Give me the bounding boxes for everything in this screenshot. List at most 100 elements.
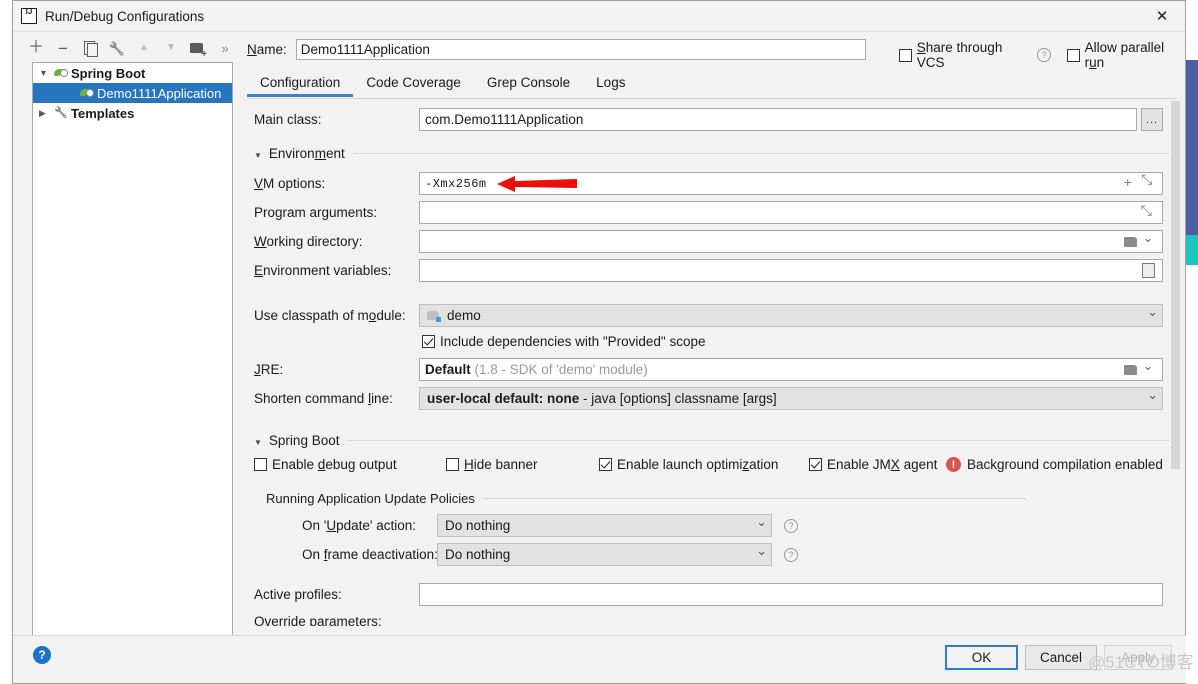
plus-icon[interactable] (1119, 176, 1137, 192)
configuration-tabs: Configuration Code Coverage Grep Console… (247, 71, 1177, 99)
override-parameters-row: Override parameters: (254, 614, 382, 626)
twisty-icon[interactable]: ▼ (39, 68, 54, 78)
chevron-down-icon[interactable] (254, 146, 269, 161)
add-configuration-button[interactable] (27, 39, 45, 57)
tab-logs[interactable]: Logs (583, 71, 638, 96)
checkbox-box[interactable] (446, 458, 459, 471)
name-input[interactable] (295, 39, 866, 60)
configurations-tree[interactable]: ▼ Spring Boot Demo1111Application ▶ Temp… (32, 62, 233, 636)
tab-code-coverage[interactable]: Code Coverage (353, 71, 474, 96)
enable-debug-output-checkbox[interactable]: Enable debug output (254, 457, 397, 472)
form-scrollbar[interactable] (1169, 101, 1182, 626)
jre-value-hint: (1.8 - SDK of 'demo' module) (474, 362, 648, 377)
checkbox-box[interactable] (809, 458, 822, 471)
program-arguments-row: Program arguments: (254, 201, 1163, 224)
scrollbar-thumb[interactable] (1171, 101, 1180, 469)
move-up-button[interactable] (135, 39, 153, 57)
remove-configuration-button[interactable] (54, 39, 72, 57)
chevron-down-icon[interactable] (756, 518, 767, 534)
on-update-action-combo[interactable]: Do nothing (437, 514, 772, 537)
bg-blue-block (1186, 60, 1198, 235)
ok-button[interactable]: OK (945, 645, 1018, 670)
shorten-command-line-hint: - java [options] classname [args] (583, 391, 777, 406)
on-update-action-help-icon[interactable]: ? (784, 518, 798, 533)
chevron-down-icon[interactable] (1139, 362, 1157, 378)
main-class-input[interactable]: com.Demo1111Application (419, 108, 1137, 131)
checkbox-box[interactable] (899, 48, 912, 62)
tree-node-demo1111application[interactable]: Demo1111Application (33, 83, 232, 103)
allow-parallel-run-checkbox[interactable]: Allow parallel run (1066, 40, 1185, 70)
hide-banner-checkbox[interactable]: Hide banner (446, 457, 538, 472)
folder-icon[interactable] (1121, 237, 1139, 247)
use-classpath-combo[interactable]: demo (419, 304, 1163, 327)
environment-section-header[interactable]: Environment (254, 146, 1174, 161)
chevron-down-icon[interactable] (1147, 308, 1158, 324)
share-vcs-help-icon[interactable]: ? (1037, 48, 1051, 62)
checkbox-box[interactable] (422, 335, 435, 348)
active-profiles-input[interactable] (419, 583, 1163, 606)
wrench-icon (54, 107, 68, 120)
section-divider (347, 440, 1174, 441)
on-frame-deactivation-label: On frame deactivation: (302, 547, 438, 562)
main-class-browse-button[interactable]: ... (1141, 108, 1163, 131)
working-directory-input[interactable] (419, 230, 1163, 253)
spring-boot-icon (80, 87, 94, 99)
document-icon[interactable] (1139, 263, 1157, 278)
allow-parallel-run-label: Allow parallel run (1084, 40, 1165, 70)
environment-variables-row: Environment variables: (254, 259, 1163, 282)
bg-teal-block (1186, 235, 1198, 265)
expand-icon[interactable] (1139, 206, 1157, 220)
ide-background-right (1186, 0, 1198, 684)
program-arguments-input[interactable] (419, 201, 1163, 224)
expand-icon[interactable] (1139, 177, 1157, 191)
chevron-down-icon[interactable] (756, 547, 767, 563)
on-update-action-row: On 'Update' action: Do nothing ? (302, 514, 798, 537)
checkbox-box[interactable] (254, 458, 267, 471)
environment-section-label: Environment (268, 146, 345, 161)
section-divider (482, 498, 1026, 499)
jre-input[interactable]: Default (1.8 - SDK of 'demo' module) (419, 358, 1163, 381)
spring-boot-section-header[interactable]: Spring Boot (254, 433, 1174, 448)
override-parameters-label: Override parameters: (254, 614, 382, 626)
tab-grep-console[interactable]: Grep Console (474, 71, 583, 96)
shorten-command-line-label: Shorten command line: (254, 391, 393, 406)
include-provided-row: Include dependencies with "Provided" sco… (422, 334, 706, 349)
twisty-icon[interactable]: ▶ (39, 108, 54, 119)
new-folder-button[interactable] (189, 39, 207, 60)
checkbox-box[interactable] (599, 458, 612, 471)
shorten-command-line-combo[interactable]: user-local default: none - java [options… (419, 387, 1163, 410)
more-options-button[interactable] (216, 39, 234, 57)
close-icon[interactable]: ✕ (1139, 1, 1185, 30)
jre-label: JRE: (254, 362, 284, 377)
folder-icon[interactable] (1121, 365, 1139, 375)
cancel-button[interactable]: Cancel (1025, 645, 1097, 670)
on-frame-deactivation-combo[interactable]: Do nothing (437, 543, 772, 566)
help-button[interactable]: ? (33, 646, 51, 664)
main-class-row: Main class: com.Demo1111Application ... (254, 108, 1163, 131)
chevron-down-icon[interactable] (254, 433, 269, 448)
on-frame-deactivation-help-icon[interactable]: ? (784, 547, 798, 562)
on-frame-deactivation-value: Do nothing (445, 547, 511, 562)
share-through-vcs-checkbox[interactable]: Share through VCS (899, 40, 1031, 70)
enable-jmx-agent-checkbox[interactable]: Enable JMX agent (809, 457, 937, 472)
edit-templates-button[interactable] (108, 39, 126, 57)
tab-configuration[interactable]: Configuration (247, 71, 354, 97)
tree-node-label: Templates (71, 105, 135, 121)
checkbox-box[interactable] (1066, 48, 1080, 62)
chevron-down-icon[interactable] (1139, 234, 1157, 250)
enable-launch-optimization-checkbox[interactable]: Enable launch optimization (599, 457, 778, 472)
copy-configuration-button[interactable] (81, 39, 99, 57)
tree-node-spring-boot[interactable]: ▼ Spring Boot (33, 63, 232, 83)
working-directory-row: Working directory: (254, 230, 1163, 253)
dialog-footer: ? OK Cancel Apply (14, 635, 1186, 683)
move-down-button[interactable] (162, 39, 180, 57)
chevron-down-icon[interactable] (1147, 391, 1158, 407)
spring-boot-section-label: Spring Boot (268, 433, 340, 448)
include-provided-checkbox[interactable]: Include dependencies with "Provided" sco… (422, 334, 706, 349)
hide-banner-label: Hide banner (464, 457, 538, 472)
intellij-logo-icon (21, 7, 37, 24)
configuration-form: Main class: com.Demo1111Application ... … (247, 101, 1177, 626)
environment-variables-input[interactable] (419, 259, 1163, 282)
tree-node-templates[interactable]: ▶ Templates (33, 103, 232, 123)
ide-background-left (0, 0, 12, 684)
